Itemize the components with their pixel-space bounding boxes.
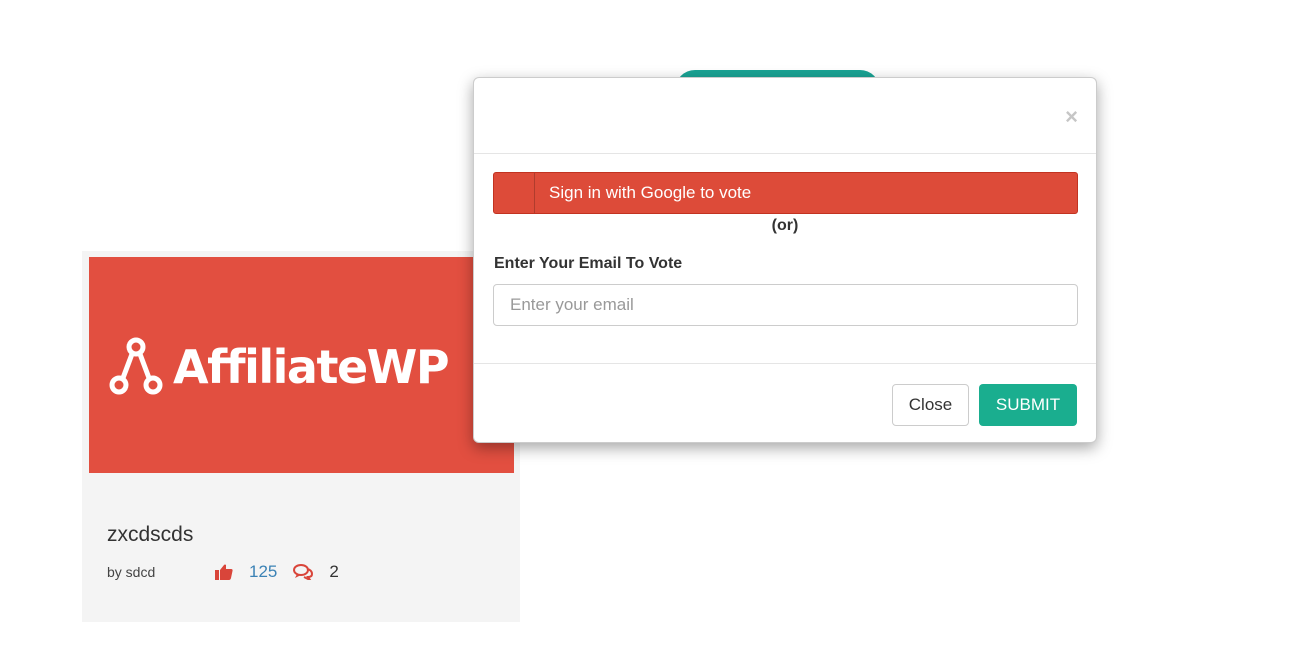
- card-author: by sdcd: [107, 564, 156, 580]
- google-icon: [494, 173, 535, 213]
- comment-count: 2: [329, 562, 339, 581]
- vote-count: 125: [249, 562, 278, 581]
- page: AffiliateWP zxcdscds by sdcd 125 2 × Sig…: [0, 0, 1311, 671]
- email-input[interactable]: [493, 284, 1078, 326]
- thumbs-up-icon[interactable]: [215, 564, 233, 580]
- vote-modal: × Sign in with Google to vote (or) Enter…: [473, 77, 1097, 443]
- modal-footer: Close SUBMIT: [474, 363, 1096, 444]
- or-separator: (or): [771, 217, 799, 234]
- card-meta: by sdcd 125 2: [107, 562, 339, 582]
- card-title[interactable]: zxcdscds: [107, 523, 193, 547]
- email-label: Enter Your Email To Vote: [494, 255, 683, 272]
- close-button[interactable]: Close: [892, 384, 969, 426]
- submit-button[interactable]: SUBMIT: [979, 384, 1077, 426]
- affiliate-network-icon: [109, 337, 163, 395]
- affiliatewp-logo: AffiliateWP: [109, 337, 450, 397]
- google-signin-button[interactable]: Sign in with Google to vote: [493, 172, 1078, 214]
- google-signin-label: Sign in with Google to vote: [549, 183, 752, 202]
- modal-header: ×: [474, 78, 1096, 154]
- comments-icon[interactable]: [293, 564, 314, 580]
- product-card[interactable]: AffiliateWP zxcdscds by sdcd 125 2: [82, 251, 520, 622]
- logo-text: AffiliateWP: [173, 340, 450, 394]
- card-image[interactable]: AffiliateWP: [89, 257, 514, 473]
- close-icon[interactable]: ×: [1065, 106, 1078, 128]
